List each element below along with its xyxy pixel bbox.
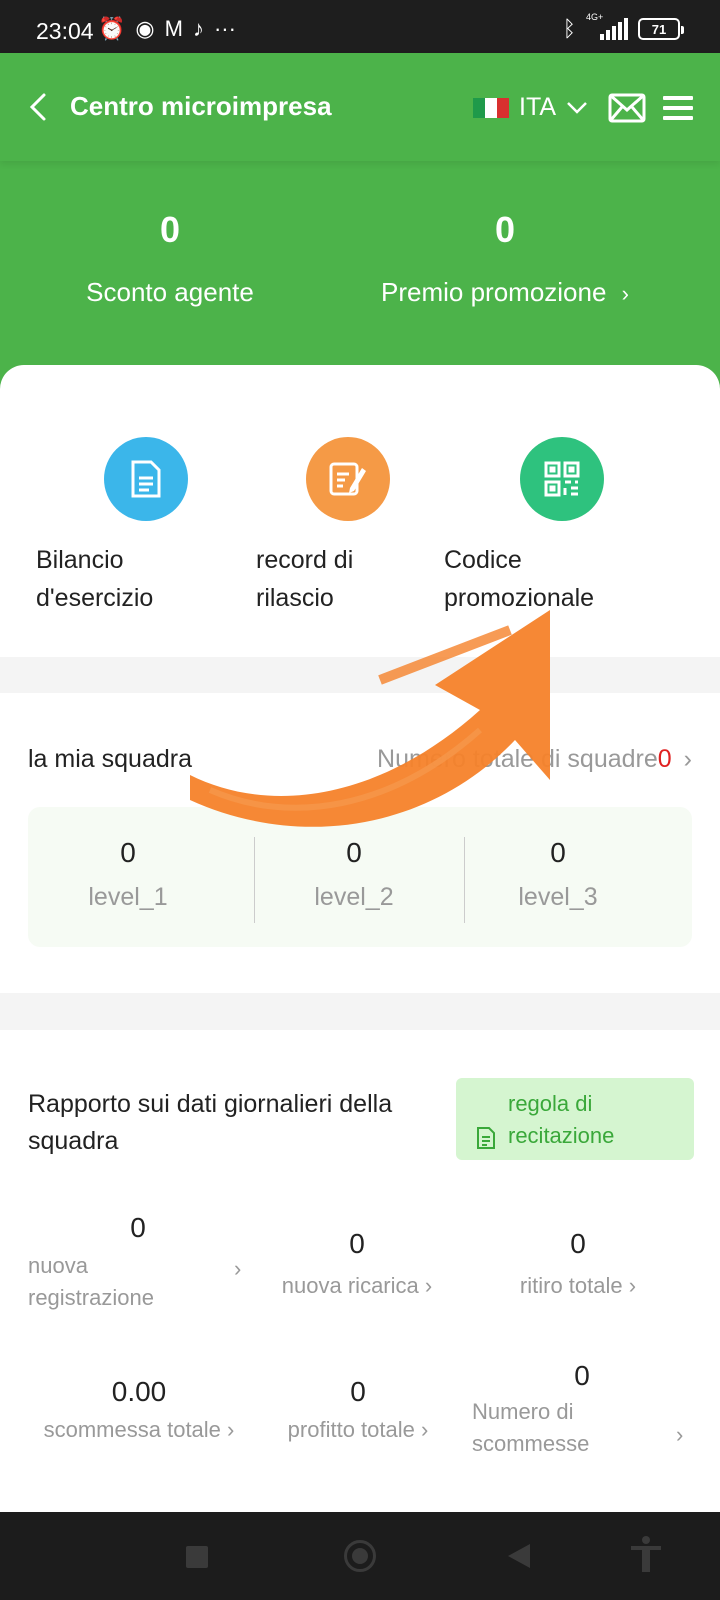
- agent-discount-label: Sconto agente: [86, 277, 254, 307]
- system-icons: ᛒ 4G+ 71: [562, 12, 684, 42]
- stat-value: 0.00: [111, 1376, 167, 1407]
- home-button[interactable]: [344, 1540, 376, 1572]
- chevron-right-icon: ›: [234, 1256, 242, 1281]
- promotion-bonus-value: 0: [494, 209, 516, 250]
- bluetooth-icon: ᛒ: [562, 16, 576, 41]
- envelope-icon: [608, 93, 646, 123]
- stat-new-registration[interactable]: 0 nuova registrazione: [28, 1212, 248, 1314]
- stat-value: 0: [570, 1228, 586, 1259]
- my-team-card: la mia squadra Numero totale di squadre0…: [0, 693, 720, 993]
- language-selector[interactable]: ITA: [473, 93, 588, 122]
- back-button[interactable]: [24, 89, 52, 125]
- report-title: Rapporto sui dati giornalieri della squa…: [28, 1090, 393, 1155]
- alarm-icon: ⏰: [98, 16, 126, 41]
- chevron-right-icon: ›: [621, 281, 629, 306]
- document-icon: [104, 437, 188, 521]
- promotion-bonus[interactable]: 0 Premio promozione ›: [360, 209, 650, 308]
- agent-discount: 0 Sconto agente: [60, 209, 280, 308]
- stat-value: 0: [574, 1360, 590, 1391]
- level-value: 0: [346, 837, 362, 868]
- more-notifications-icon: ···: [213, 16, 236, 41]
- stat-total-withdrawal[interactable]: 0 ritiro totale ›: [508, 1228, 648, 1302]
- stat-label: nuova ricarica ›: [281, 1273, 433, 1298]
- accessibility-icon[interactable]: [628, 1534, 664, 1574]
- status-bar: 23:04 ⏰ ◉ M ♪ ··· ᛒ 4G+ 71: [0, 0, 720, 53]
- level-item: 0 level_2: [254, 837, 454, 912]
- level-item: 0 level_3: [458, 837, 658, 912]
- stat-label: profitto totale ›: [287, 1417, 429, 1442]
- daily-report-card: Rapporto sui dati giornalieri della squa…: [0, 1030, 720, 1512]
- chevron-down-icon: [567, 101, 587, 114]
- gmail-icon: M: [164, 16, 183, 41]
- action-label: Codice promozionale: [444, 546, 595, 612]
- stat-total-profit[interactable]: 0 profitto totale ›: [274, 1376, 442, 1446]
- team-total-label: Numero totale di squadre: [377, 745, 658, 773]
- chevron-right-icon: ›: [683, 745, 692, 773]
- action-label: Bilancio d'esercizio: [36, 546, 154, 612]
- action-financial-statement[interactable]: Bilancio d'esercizio: [36, 437, 188, 612]
- team-title: la mia squadra: [28, 745, 192, 773]
- earnings-summary: 0 Sconto agente 0 Premio promozione ›: [0, 161, 720, 391]
- promotion-bonus-label: Premio promozione: [381, 277, 607, 307]
- notification-icons: ⏰ ◉ M ♪ ···: [98, 17, 236, 41]
- battery-level: 71: [651, 21, 667, 37]
- menu-button[interactable]: [663, 95, 693, 121]
- team-total-link[interactable]: Numero totale di squadre0 ›: [377, 745, 692, 774]
- action-release-record[interactable]: record di rilascio: [256, 437, 390, 612]
- qr-code-icon: [520, 437, 604, 521]
- stat-value: 0: [130, 1212, 146, 1243]
- system-navigation-bar: [0, 1512, 720, 1600]
- action-promo-code[interactable]: Codice promozionale: [444, 437, 604, 612]
- stat-value: 0: [350, 1376, 366, 1407]
- stat-bet-count[interactable]: 0 Numero di scommesse: [472, 1360, 672, 1460]
- messenger-icon: ◉: [135, 16, 155, 41]
- stat-label: scommessa totale ›: [43, 1417, 235, 1442]
- agent-discount-value: 0: [159, 209, 181, 250]
- document-icon: [477, 1127, 495, 1149]
- stat-new-recharge[interactable]: 0 nuova ricarica ›: [272, 1228, 442, 1302]
- italy-flag-icon: [473, 97, 509, 118]
- stat-total-bet[interactable]: 0.00 scommessa totale ›: [34, 1376, 244, 1446]
- stat-label: Numero di scommesse: [472, 1399, 590, 1456]
- signal-icon: 4G+: [586, 12, 628, 40]
- team-total-value: 0: [657, 745, 672, 773]
- level-value: 0: [120, 837, 136, 868]
- level-item: 0 level_1: [28, 837, 228, 912]
- rule-button-label: regola di: [508, 1091, 593, 1116]
- rule-button-label: recitazione: [508, 1123, 615, 1148]
- quick-actions-card: Bilancio d'esercizio record di rilascio …: [0, 365, 720, 657]
- stat-value: 0: [349, 1228, 365, 1259]
- level-name: level_2: [314, 883, 394, 911]
- level-name: level_3: [518, 883, 598, 911]
- rule-button[interactable]: regola di recitazione: [456, 1078, 694, 1160]
- edit-document-icon: [306, 437, 390, 521]
- app-header: Centro microimpresa ITA: [0, 53, 720, 161]
- level-value: 0: [550, 837, 566, 868]
- chevron-right-icon: ›: [676, 1422, 684, 1447]
- hamburger-menu-icon: [663, 96, 693, 120]
- chevron-left-icon: [29, 93, 46, 121]
- stat-label: nuova registrazione: [28, 1253, 154, 1310]
- system-back-button[interactable]: [508, 1544, 530, 1568]
- tiktok-icon: ♪: [192, 16, 204, 41]
- promotion-bonus-link[interactable]: Premio promozione ›: [360, 277, 650, 308]
- page-title: Centro microimpresa: [70, 91, 332, 121]
- language-label: ITA: [519, 93, 557, 121]
- battery-icon: 71: [638, 18, 684, 40]
- network-type: 4G+: [586, 12, 604, 22]
- recent-apps-button[interactable]: [186, 1546, 208, 1568]
- team-levels: 0 level_1 0 level_2 0 level_3: [28, 807, 692, 947]
- mail-button[interactable]: [608, 93, 646, 123]
- status-time: 23:04: [36, 18, 94, 44]
- stat-label: ritiro totale ›: [519, 1273, 637, 1298]
- level-name: level_1: [88, 883, 168, 911]
